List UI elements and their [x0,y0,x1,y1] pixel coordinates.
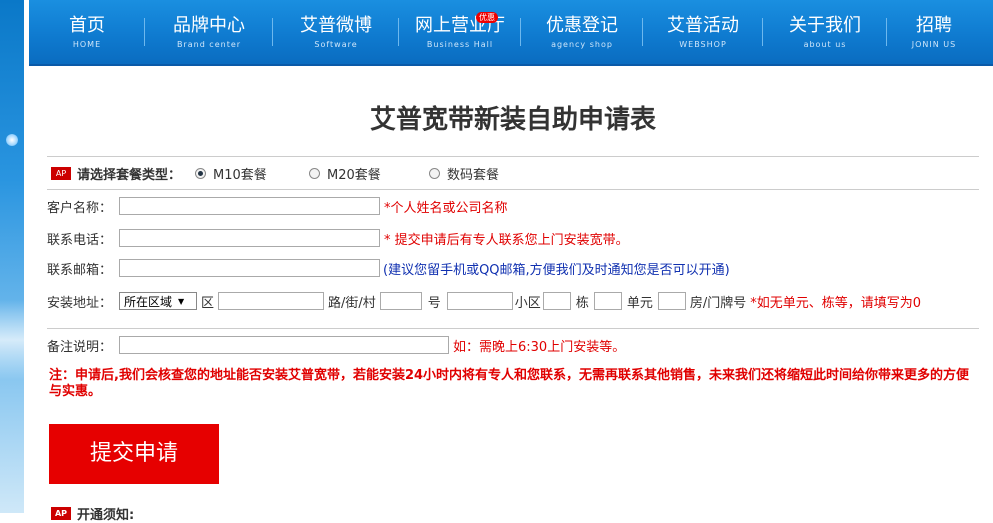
left-decoration [0,0,24,513]
road-suffix: 路/街/村 [328,295,376,311]
footer-heading-row: AP 开通须知: [51,504,134,523]
nav-item-home[interactable]: 首页 HOME [29,0,145,64]
ap-logo-icon: AP [51,166,71,180]
room-suffix: 房/门牌号 [689,295,747,311]
glow-dot-icon [6,134,18,146]
nav-sublabel: JONIN US [911,40,957,49]
radio-m10-label[interactable]: M10套餐 [213,164,309,183]
nav-sublabel: WEBSHOP [679,40,727,49]
nav-item-weibo[interactable]: 艾普微博 Software [273,0,399,64]
nav-label: 关于我们 [789,15,861,36]
number-input[interactable] [446,292,513,310]
community-input[interactable] [542,292,571,310]
region-select[interactable]: 所在区域 ▼ [119,292,197,310]
nav-sublabel: Brand center [176,40,242,49]
nav-label: 优惠登记 [546,15,618,36]
customer-name-input[interactable] [119,197,380,215]
phone-label: 联系电话： [47,232,113,248]
customer-name-row: 客户名称： *个人姓名或公司名称 [47,196,508,216]
nav-sublabel: about us [803,40,847,49]
radio-digital-label[interactable]: 数码套餐 [447,164,499,183]
phone-row: 联系电话： * 提交申请后有专人联系您上门安装宽带。 [47,228,629,248]
footer-heading: 开通须知: [77,508,135,523]
package-label: 请选择套餐类型： [77,167,182,183]
divider [47,328,979,329]
radio-m20-label[interactable]: M20套餐 [327,164,429,183]
phone-hint: * 提交申请后有专人联系您上门安装宽带。 [384,232,629,248]
ap-logo-icon: AP [51,507,71,520]
nav-item-business-hall[interactable]: 网上营业厅 Business Hall 优惠 [399,0,521,64]
unit-suffix: 单元 [626,295,653,311]
decorative-blob [0,300,24,380]
radio-digital[interactable] [429,167,441,179]
nav-label: 网上营业厅 [415,15,505,36]
nav-sublabel: HOME [72,40,102,49]
email-hint: (建议您留手机或QQ邮箱,方便我们及时通知您是否可以开通) [383,262,730,278]
nav-item-about-us[interactable]: 关于我们 about us [763,0,887,64]
district-input[interactable] [218,292,325,310]
package-row: AP 请选择套餐类型： M10套餐 M20套餐 数码套餐 [51,164,499,183]
nav-label: 艾普微博 [300,15,372,36]
nav-item-offer-registration[interactable]: 优惠登记 agency shop [521,0,643,64]
radio-m20[interactable] [309,167,321,179]
nav-label: 品牌中心 [173,15,245,36]
building-suffix: 栋 [575,295,589,311]
discount-badge: 优惠 [476,12,498,23]
nav-label: 招聘 [916,15,952,36]
road-input[interactable] [379,292,422,310]
submit-button[interactable]: 提交申请 [49,424,219,484]
email-input[interactable] [119,259,380,277]
email-label: 联系邮箱： [47,262,113,278]
nav-sublabel: Software [314,40,358,49]
district-suffix: 区 [201,295,215,311]
divider [47,189,979,190]
customer-name-hint: *个人姓名或公司名称 [384,200,508,216]
phone-input[interactable] [119,229,380,247]
top-navigation: 首页 HOME 品牌中心 Brand center 艾普微博 Software … [29,0,993,66]
unit-input[interactable] [657,292,686,310]
nav-item-activities[interactable]: 艾普活动 WEBSHOP [643,0,763,64]
community-suffix: 小区 [514,295,541,311]
building-input[interactable] [593,292,622,310]
remark-row: 备注说明： 如：需晚上6:30上门安装等。 [47,335,625,355]
customer-name-label: 客户名称： [47,200,113,216]
nav-sublabel: Business Hall [426,40,494,49]
divider [47,156,979,157]
chevron-down-icon: ▼ [178,296,185,306]
address-hint: *如无单元、栋等，请填写为0 [750,295,922,311]
number-suffix: 号 [427,295,441,311]
page-title: 艾普宽带新装自助申请表 [369,105,656,135]
remark-label: 备注说明： [47,339,113,355]
nav-item-brand-center[interactable]: 品牌中心 Brand center [145,0,273,64]
address-row: 安装地址： 所在区域 ▼ 区 路/街/村 号 小区 栋 单元 房/门牌号 *如无… [47,291,921,311]
nav-sublabel: agency shop [551,40,613,49]
remark-input[interactable] [119,336,449,354]
nav-label: 首页 [69,15,105,36]
email-row: 联系邮箱： (建议您留手机或QQ邮箱,方便我们及时通知您是否可以开通) [47,258,730,278]
notice-text: 注：申请后,我们会核查您的地址能否安装艾普宽带，若能安装24小时内将有专人和您联… [49,368,970,399]
address-label: 安装地址： [47,295,113,311]
radio-m10[interactable] [195,167,207,179]
application-form: 艾普宽带新装自助申请表 AP 请选择套餐类型： M10套餐 M20套餐 数码套餐… [47,64,979,523]
remark-hint: 如：需晚上6:30上门安装等。 [453,339,626,355]
nav-label: 艾普活动 [667,15,739,36]
nav-item-recruitment[interactable]: 招聘 JONIN US [887,0,981,64]
region-select-value: 所在区域 [124,294,173,309]
